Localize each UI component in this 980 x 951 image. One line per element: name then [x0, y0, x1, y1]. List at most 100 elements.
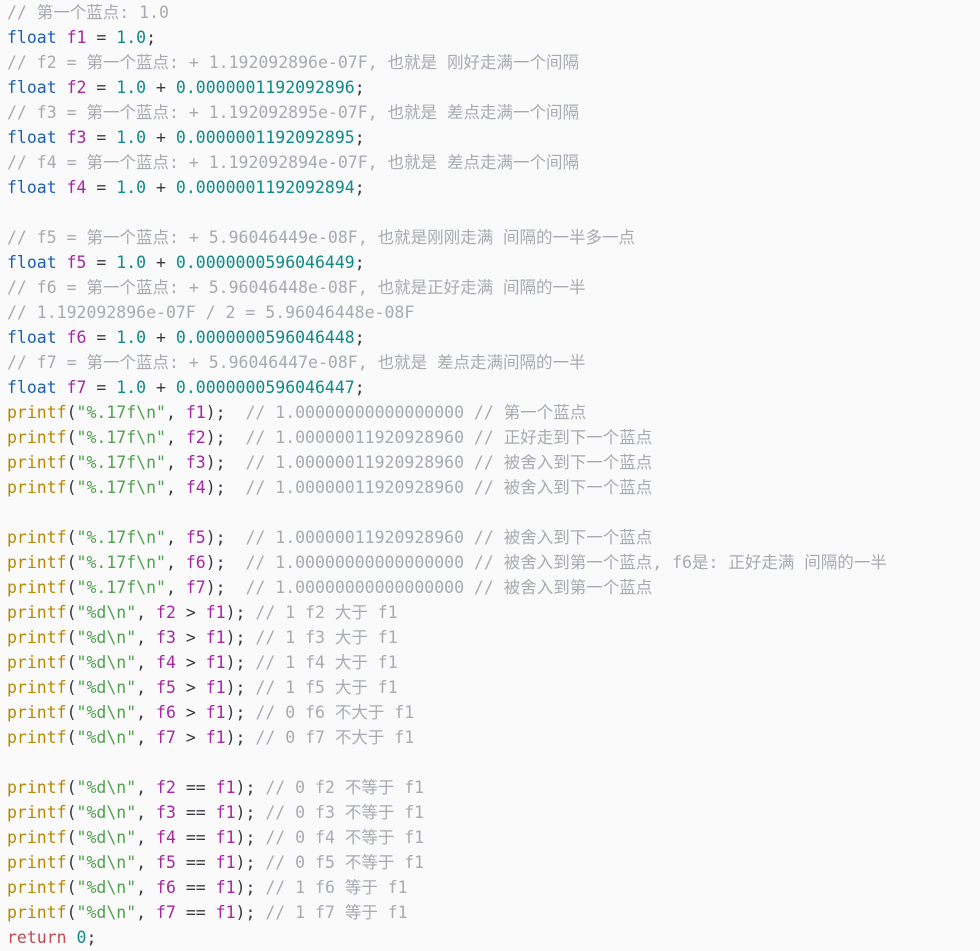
code-punctuation [57, 28, 67, 47]
type-keyword: float [7, 28, 57, 47]
function-name: printf [7, 728, 67, 747]
type-keyword: float [7, 78, 57, 97]
code-line: // f2 = 第一个蓝点: + 1.192092896e-07F, 也就是 刚… [7, 50, 980, 75]
code-line: // f3 = 第一个蓝点: + 1.192092895e-07F, 也就是 差… [7, 100, 980, 125]
code-comment: // 0 f5 不等于 f1 [265, 853, 425, 872]
code-punctuation: ; [86, 928, 97, 947]
variable: f1 [205, 678, 226, 697]
variable: f1 [215, 853, 236, 872]
code-punctuation: ; [354, 78, 365, 97]
code-punctuation: ( [66, 903, 77, 922]
string-literal: "%.17f\n" [76, 453, 166, 472]
code-line: float f7 = 1.0 + 0.0000000596046447; [7, 375, 980, 400]
code-punctuation: ); [205, 403, 246, 422]
code-comment: // f7 = 第一个蓝点: + 5.96046447e-08F, 也就是 差点… [7, 353, 586, 372]
code-punctuation: , [165, 428, 186, 447]
string-literal: "%d\n" [76, 803, 137, 822]
code-comment: // 1.00000011920928960 // 被舍入到下一个蓝点 [245, 453, 653, 472]
string-literal: "%.17f\n" [76, 403, 166, 422]
code-comment: // 1.00000011920928960 // 被舍入到下一个蓝点 [245, 478, 653, 497]
code-line: printf("%d\n", f3 > f1); // 1 f3 大于 f1 [7, 625, 980, 650]
code-comment: // 1.00000011920928960 // 被舍入到下一个蓝点 [245, 528, 653, 547]
code-punctuation: ( [66, 428, 77, 447]
code-comment: // f5 = 第一个蓝点: + 5.96046449e-08F, 也就是刚刚走… [7, 228, 636, 247]
function-name: printf [7, 403, 67, 422]
code-punctuation: ); [205, 453, 246, 472]
code-line: // f4 = 第一个蓝点: + 1.192092894e-07F, 也就是 差… [7, 150, 980, 175]
number-literal: 0.0000000596046448 [175, 328, 355, 347]
code-comment: // 1 f4 大于 f1 [255, 653, 398, 672]
code-punctuation: ); [235, 903, 266, 922]
code-punctuation [57, 253, 67, 272]
code-punctuation [57, 328, 67, 347]
variable: f1 [215, 903, 236, 922]
function-name: printf [7, 653, 67, 672]
code-line: printf("%d\n", f5 > f1); // 1 f5 大于 f1 [7, 675, 980, 700]
code-line: printf("%.17f\n", f2); // 1.000000119209… [7, 425, 980, 450]
code-punctuation: + [146, 128, 176, 147]
string-literal: "%.17f\n" [76, 528, 166, 547]
code-punctuation [67, 928, 77, 947]
code-punctuation: == [175, 853, 216, 872]
code-punctuation: ( [66, 603, 77, 622]
code-editor[interactable]: // 第一个蓝点: 1.0 float f1 = 1.0; // f2 = 第一个蓝… [7, 0, 980, 951]
function-name: printf [7, 453, 67, 472]
code-punctuation: , [165, 528, 186, 547]
code-line: float f1 = 1.0; [7, 25, 980, 50]
code-punctuation: ; [354, 128, 365, 147]
code-punctuation: , [136, 878, 157, 897]
code-line: float f6 = 1.0 + 0.0000000596046448; [7, 325, 980, 350]
code-line: printf("%d\n", f4 > f1); // 1 f4 大于 f1 [7, 650, 980, 675]
string-literal: "%d\n" [76, 678, 137, 697]
function-name: printf [7, 903, 67, 922]
number-literal: 0.0000000596046447 [175, 378, 355, 397]
string-literal: "%.17f\n" [76, 478, 166, 497]
code-punctuation: ; [354, 328, 365, 347]
string-literal: "%.17f\n" [76, 553, 166, 572]
variable: f7 [185, 578, 206, 597]
variable: f1 [205, 628, 226, 647]
code-punctuation: ); [205, 478, 246, 497]
code-comment: // 0 f7 不大于 f1 [255, 728, 415, 747]
variable: f1 [215, 778, 236, 797]
code-punctuation: == [175, 903, 216, 922]
type-keyword: float [7, 253, 57, 272]
code-comment: // 1 f2 大于 f1 [255, 603, 398, 622]
code-punctuation: = [86, 253, 117, 272]
function-name: printf [7, 853, 67, 872]
code-punctuation: + [146, 78, 176, 97]
function-name: printf [7, 628, 67, 647]
code-punctuation: ); [235, 853, 266, 872]
variable: f4 [156, 653, 176, 672]
variable: f1 [205, 703, 226, 722]
string-literal: "%.17f\n" [76, 578, 166, 597]
code-line: // f5 = 第一个蓝点: + 5.96046449e-08F, 也就是刚刚走… [7, 225, 980, 250]
variable: f2 [185, 428, 206, 447]
code-comment: // 0 f4 不等于 f1 [265, 828, 425, 847]
variable: f1 [66, 28, 87, 47]
number-literal: 0 [76, 928, 87, 947]
code-comment: // 1.00000000000000000 // 被舍入到第一个蓝点, f6是… [245, 553, 887, 572]
code-punctuation: ( [66, 853, 77, 872]
code-line: // 1.192092896e-07F / 2 = 5.96046448e-08… [7, 300, 980, 325]
code-comment: // 0 f3 不等于 f1 [265, 803, 425, 822]
code-punctuation: ; [354, 178, 365, 197]
variable: f4 [185, 478, 206, 497]
code-punctuation: ); [225, 603, 256, 622]
code-punctuation: ); [235, 828, 266, 847]
code-punctuation: > [175, 653, 206, 672]
code-punctuation: ( [66, 778, 77, 797]
variable: f6 [156, 878, 176, 897]
code-punctuation: = [86, 128, 117, 147]
code-line: printf("%.17f\n", f7); // 1.000000000000… [7, 575, 980, 600]
variable: f1 [215, 878, 236, 897]
code-punctuation: ); [225, 653, 256, 672]
code-line: printf("%d\n", f6 == f1); // 1 f6 等于 f1 [7, 875, 980, 900]
number-literal: 1.0 [116, 28, 147, 47]
code-line: // 第一个蓝点: 1.0 [7, 0, 980, 25]
function-name: printf [7, 878, 67, 897]
code-line: printf("%d\n", f7 > f1); // 0 f7 不大于 f1 [7, 725, 980, 750]
code-punctuation: + [146, 378, 176, 397]
code-comment: // 1.00000011920928960 // 正好走到下一个蓝点 [245, 428, 653, 447]
